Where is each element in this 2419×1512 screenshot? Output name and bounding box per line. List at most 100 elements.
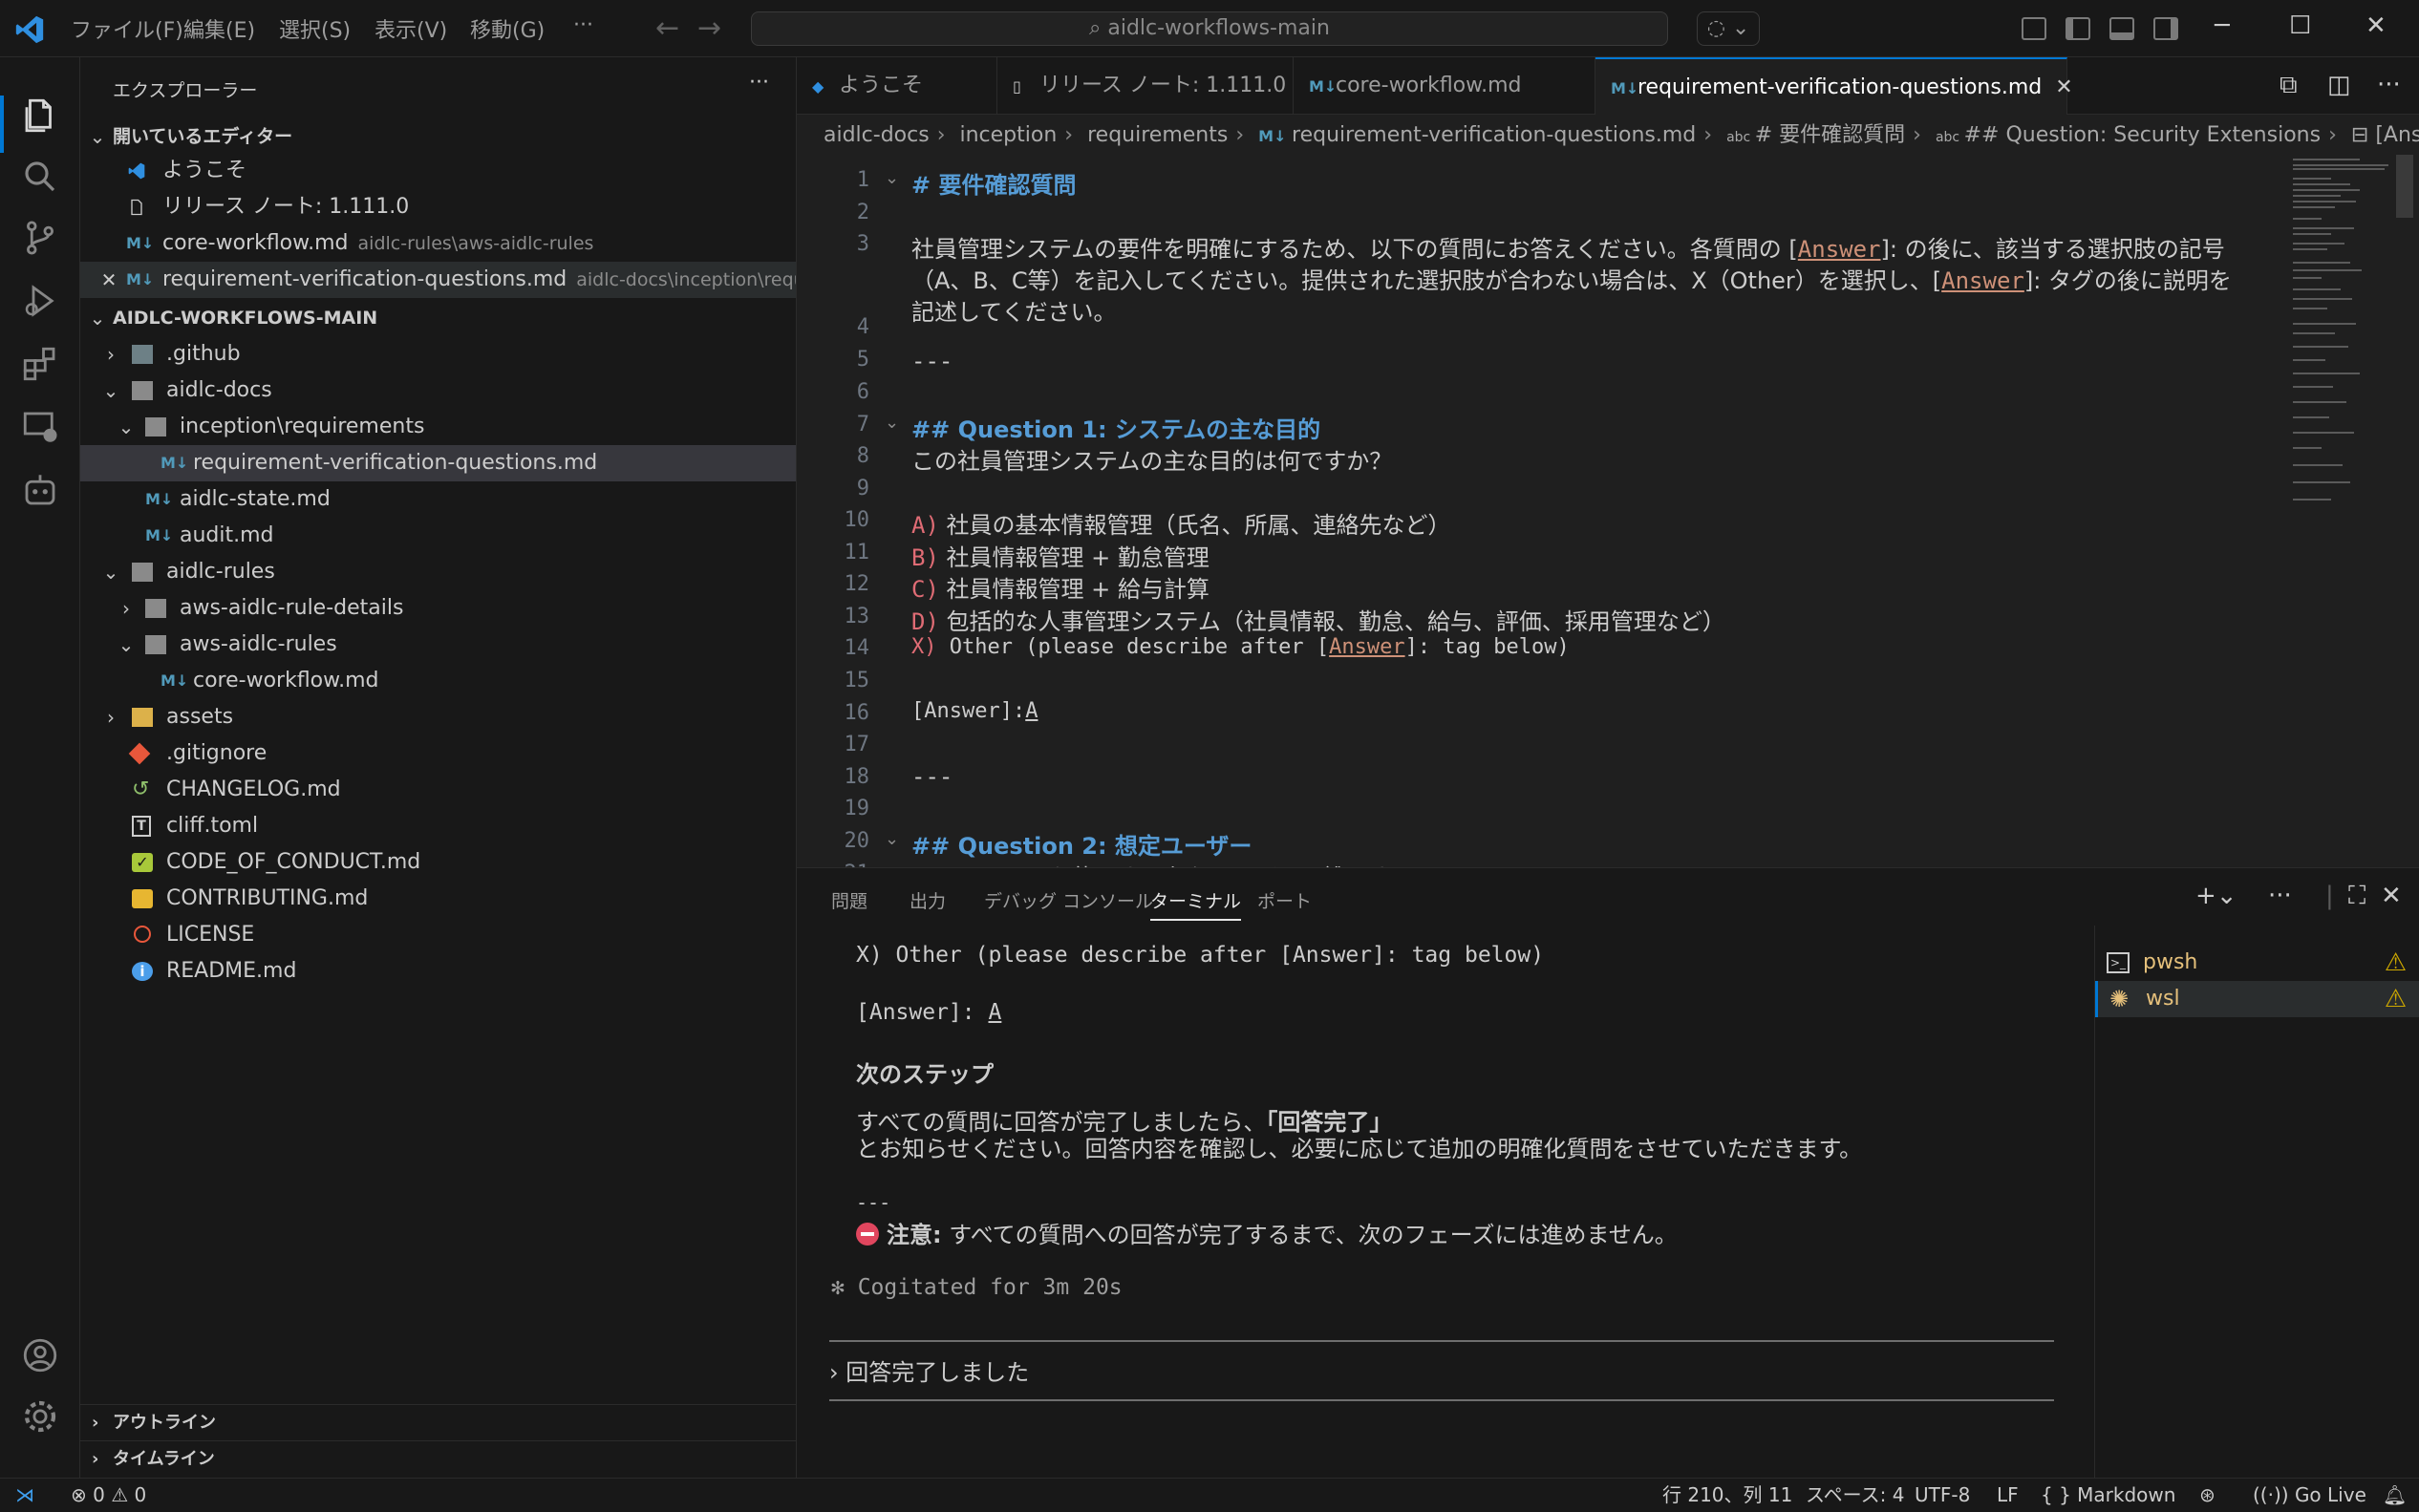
minimap[interactable] [2291,155,2394,575]
remote-explorer-icon[interactable] [20,407,60,447]
remote-indicator-icon[interactable]: ⋊ [15,1479,34,1511]
tab-requirement-verification[interactable]: M↓requirement-verification-questions.md ✕ [1595,57,2073,115]
terminal-output[interactable]: X) Other (please describe after [Answer]… [797,926,2069,1479]
chevron-down-icon: ⌄ [89,125,106,148]
tab-terminal[interactable]: ターミナル [1150,887,1242,921]
open-preview-icon[interactable]: ⧉ [2280,71,2298,100]
terminal-item-wsl[interactable]: ✺ wsl ⚠ [2095,981,2419,1017]
menu-view[interactable]: 表示(V) [375,13,447,44]
menu-more[interactable]: ··· [573,13,593,37]
line-ending[interactable]: LF [1997,1479,2019,1511]
tree-file[interactable]: .gitignore [80,735,796,772]
toggle-panel-icon[interactable] [2109,17,2134,40]
tree-file[interactable]: M↓ audit.md [80,518,796,554]
open-editors-section[interactable]: ⌄ 開いているエディター [80,118,796,155]
editor-content[interactable]: 1 2 3 4 5 6 7 8 9 10 11 12 13 14 15 16 1… [797,155,2287,867]
open-editor-item[interactable]: ようこそ [80,153,796,189]
maximize-panel-icon[interactable]: ⛶ [2348,882,2365,911]
breadcrumb-item[interactable]: requirements [1087,123,1228,147]
tree-file[interactable]: LICENSE [80,917,796,953]
tab-core-workflow[interactable]: M↓core-workflow.md [1294,57,1595,115]
new-terminal-plus-icon[interactable]: +⌄ [2195,882,2237,910]
search-icon[interactable] [20,157,60,197]
breadcrumb-item[interactable]: ## Question: Security Extensions [1964,123,2321,147]
tree-folder[interactable]: ⌄ inception\requirements [80,409,796,445]
close-panel-icon[interactable]: ✕ [2381,882,2402,910]
breadcrumb-item[interactable]: [Answer] [2375,123,2419,147]
copilot-agent-icon[interactable] [20,470,60,510]
fold-chevron-icon[interactable]: ⌄ [885,413,899,433]
cursor-position[interactable]: 行 210、列 11 [1662,1479,1792,1511]
tab-problems[interactable]: 問題 [831,887,867,913]
breadcrumb-item[interactable]: # 要件確認質問 [1755,123,1905,147]
toggle-secondary-sidebar-icon[interactable] [2153,17,2178,40]
tree-file[interactable]: i README.md [80,953,796,990]
breadcrumb-item[interactable]: aidlc-docs [824,123,930,147]
fold-chevron-icon[interactable]: ⌄ [885,829,899,849]
workspace-section[interactable]: ⌄ AIDLC-WORKFLOWS-MAIN [80,300,796,336]
tab-output[interactable]: 出力 [910,887,946,913]
menu-go[interactable]: 移動(G) [470,13,545,44]
breadcrumb-item[interactable]: requirement-verification-questions.md [1292,123,1696,147]
tab-debug-console[interactable]: デバッグ コンソール [984,887,1153,913]
menu-edit[interactable]: 編集(E) [183,13,255,44]
more-actions-icon[interactable]: ··· [2268,882,2292,910]
tab-release-notes[interactable]: ▯ リリース ノート: 1.111.0 [997,57,1294,115]
close-window-icon[interactable]: ✕ [2365,11,2387,40]
editor-scrollbar[interactable] [2396,155,2413,218]
encoding[interactable]: UTF-8 [1915,1479,1970,1511]
account-icon[interactable] [20,1335,60,1375]
more-actions-icon[interactable]: ··· [749,71,769,95]
minimize-icon[interactable]: ─ [2215,11,2230,40]
more-actions-icon[interactable]: ··· [2377,71,2401,99]
open-editor-item[interactable]: M↓ core-workflow.md aidlc-rules\aws-aidlc… [80,225,796,262]
customize-layout-icon[interactable] [2022,17,2046,40]
open-editor-item-active[interactable]: ✕ M↓ requirement-verification-questions.… [80,262,796,298]
tab-ports[interactable]: ポート [1257,887,1312,913]
option-line: A) 社員の基本情報管理（氏名、所属、連絡先など） [911,512,1451,539]
terminal-item-pwsh[interactable]: >_ pwsh ⚠ [2095,945,2419,981]
problems-indicator[interactable]: ⊗ 0 ⚠ 0 [71,1479,146,1511]
close-tab-icon[interactable]: ✕ [2055,75,2072,99]
close-icon[interactable]: ✕ [99,262,118,298]
timeline-section[interactable]: › タイムライン [80,1440,796,1477]
tree-folder[interactable]: › assets [80,699,796,735]
copilot-chat-button[interactable]: ◌ ⌄ [1697,11,1760,46]
fold-chevron-icon[interactable]: ⌄ [885,168,899,188]
back-arrow-icon[interactable]: ← [655,11,679,45]
go-live-button[interactable]: ((·)) Go Live [2253,1479,2366,1511]
language-mode[interactable]: { } Markdown [2041,1479,2175,1511]
explorer-icon[interactable] [20,96,60,136]
tree-file[interactable]: ↺ CHANGELOG.md [80,772,796,808]
forward-arrow-icon[interactable]: → [697,11,721,45]
tree-folder[interactable]: ⌄ aws-aidlc-rules [80,627,796,663]
source-control-icon[interactable] [20,218,60,258]
tree-file[interactable]: Tcliff.toml [80,808,796,844]
tab-welcome[interactable]: ◆ ようこそ [797,57,997,115]
open-editor-item[interactable]: リリース ノート: 1.111.0 [80,189,796,225]
toggle-primary-sidebar-icon[interactable] [2066,17,2090,40]
tree-file-selected[interactable]: M↓ requirement-verification-questions.md [80,445,796,481]
tree-file[interactable]: CONTRIBUTING.md [80,881,796,917]
notifications-bell-icon[interactable]: 🔔︎ [2383,1479,2407,1511]
outline-section[interactable]: › アウトライン [80,1404,796,1440]
maximize-icon[interactable]: ☐ [2289,11,2311,40]
menu-file[interactable]: ファイル(F) [71,13,183,44]
tree-folder[interactable]: › aws-aidlc-rule-details [80,590,796,627]
run-debug-icon[interactable] [20,281,60,321]
tree-folder[interactable]: ⌄ aidlc-docs [80,373,796,409]
settings-gear-icon[interactable] [20,1396,60,1437]
tree-folder[interactable]: › .github [80,336,796,373]
tree-file[interactable]: M↓ aidlc-state.md [80,481,796,518]
split-editor-icon[interactable]: ◫ [2327,71,2351,99]
menu-selection[interactable]: 選択(S) [279,13,351,44]
command-center-search[interactable]: ⌕ aidlc-workflows-main [751,11,1668,46]
prompt-input-box[interactable]: › 回答完了しました [829,1340,2054,1401]
copilot-status-icon[interactable]: ⊛ [2199,1479,2216,1511]
extensions-icon[interactable] [20,344,60,384]
breadcrumb-item[interactable]: inception [960,123,1058,147]
tree-folder[interactable]: ⌄ aidlc-rules [80,554,796,590]
tree-file[interactable]: ✓ CODE_OF_CONDUCT.md [80,844,796,881]
indentation[interactable]: スペース: 4 [1806,1479,1904,1511]
tree-file[interactable]: M↓ core-workflow.md [80,663,796,699]
